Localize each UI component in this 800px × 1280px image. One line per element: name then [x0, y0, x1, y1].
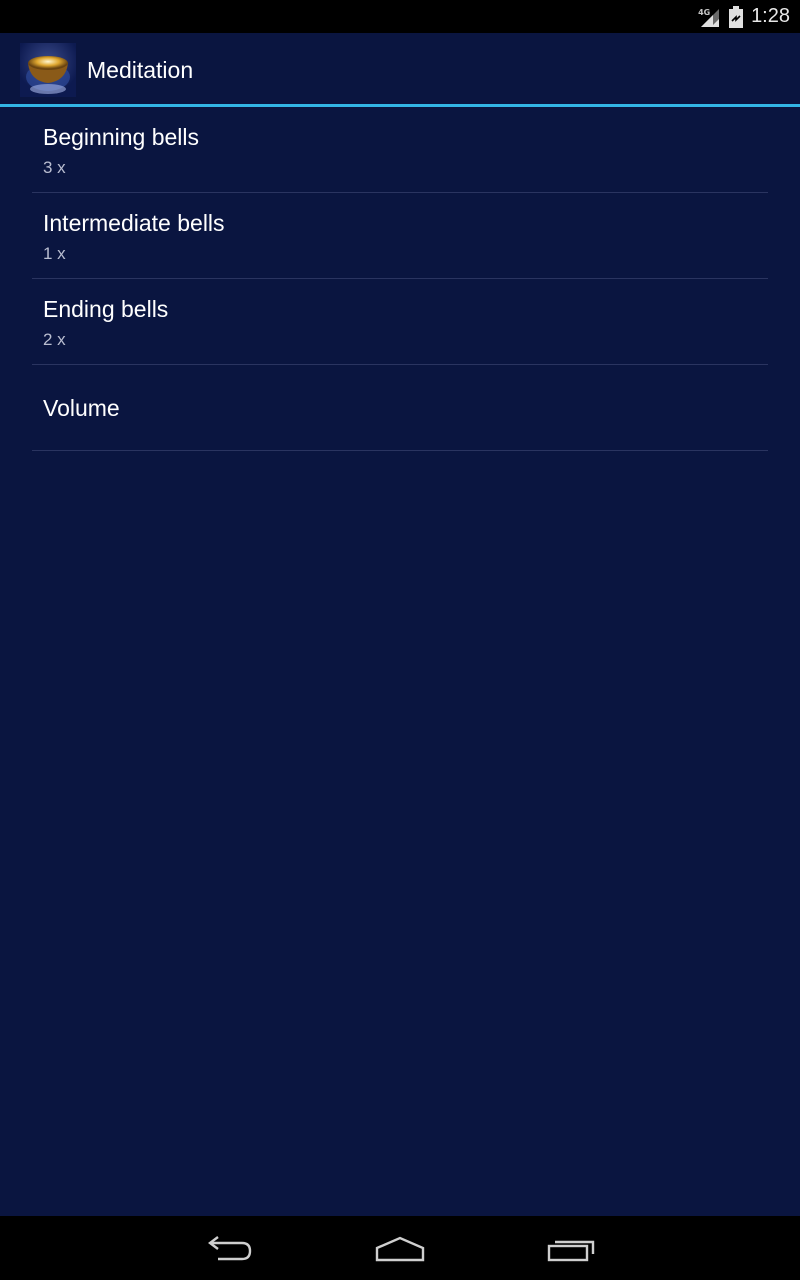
- preference-summary: 3 x: [43, 158, 66, 177]
- preference-title: Ending bells: [43, 296, 169, 322]
- back-icon[interactable]: [202, 1234, 258, 1264]
- preference-ending-bells[interactable]: Ending bells 2 x: [32, 279, 768, 365]
- app-title: Meditation: [87, 57, 194, 83]
- app-icon-singing-bowl[interactable]: [20, 43, 76, 97]
- network-type-label: 4G: [698, 7, 711, 17]
- action-bar: Meditation: [0, 33, 800, 105]
- navigation-bar: [0, 1216, 800, 1280]
- screen: 4G 1:28 Meditation Beginning bells 3 x I…: [0, 0, 800, 1280]
- signal-icon: 4G: [698, 6, 721, 28]
- home-icon[interactable]: [372, 1234, 428, 1264]
- preference-list: Beginning bells 3 x Intermediate bells 1…: [32, 107, 768, 451]
- preference-summary: 2 x: [43, 330, 66, 349]
- status-clock: 1:28: [751, 5, 790, 27]
- preference-volume[interactable]: Volume: [32, 365, 768, 451]
- battery-icon: [729, 5, 744, 28]
- status-icons: 4G 1:28: [698, 0, 790, 33]
- preference-title: Intermediate bells: [43, 210, 225, 236]
- preference-beginning-bells[interactable]: Beginning bells 3 x: [32, 107, 768, 193]
- recent-apps-icon[interactable]: [543, 1234, 599, 1264]
- preference-title: Beginning bells: [43, 124, 200, 150]
- preference-intermediate-bells[interactable]: Intermediate bells 1 x: [32, 193, 768, 279]
- status-bar: 4G 1:28: [0, 0, 800, 33]
- preference-title: Volume: [43, 395, 120, 421]
- preference-summary: 1 x: [43, 244, 66, 263]
